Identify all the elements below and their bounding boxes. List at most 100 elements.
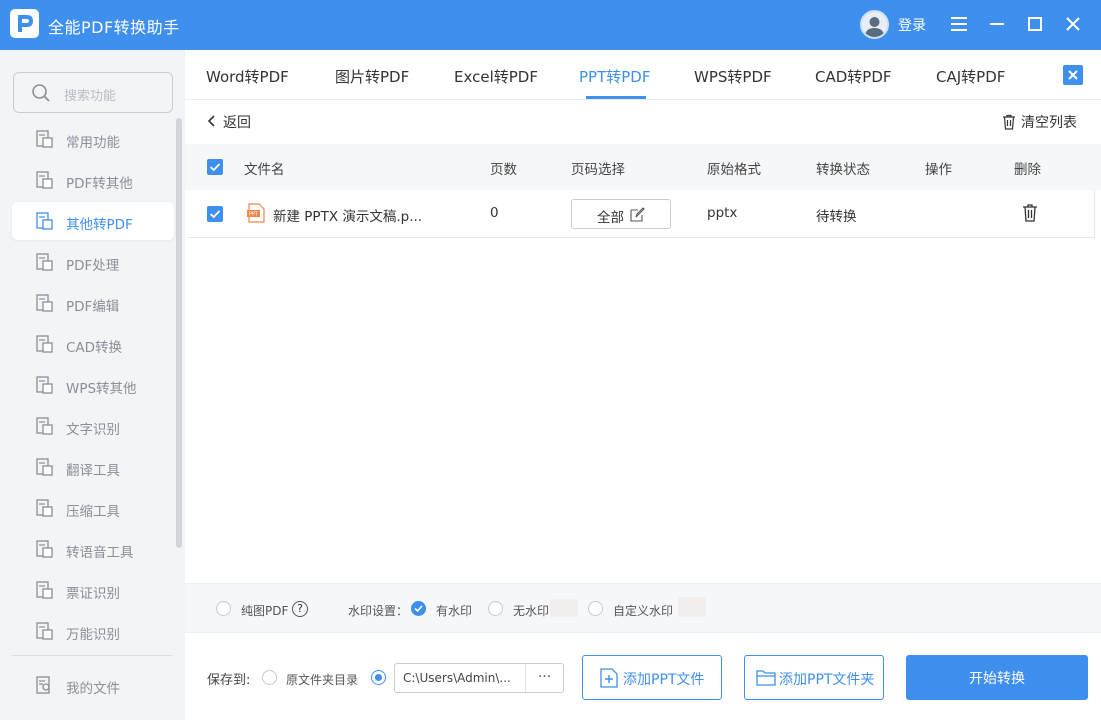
close-tab-icon[interactable] bbox=[1063, 65, 1083, 85]
pdf-process-icon bbox=[34, 252, 54, 272]
custom-watermark-label: 自定义水印 bbox=[613, 604, 674, 618]
row-checkbox[interactable] bbox=[207, 206, 223, 222]
no-watermark-radio[interactable] bbox=[488, 601, 503, 616]
page-select-button[interactable]: 全部 bbox=[571, 199, 671, 229]
my-files-icon bbox=[34, 675, 54, 695]
sidebar-item-label: PDF转其他 bbox=[66, 176, 133, 192]
tab-0[interactable]: Word转PDF bbox=[206, 66, 289, 87]
sidebar-item-label: 票证识别 bbox=[66, 586, 120, 602]
pure-image-pdf-label: 纯图PDF bbox=[241, 604, 289, 618]
with-watermark-label: 有水印 bbox=[436, 604, 473, 618]
sidebar-item-6[interactable]: WPS转其他 bbox=[12, 366, 174, 404]
start-convert-label: 开始转换 bbox=[969, 671, 1025, 687]
voice-icon bbox=[34, 539, 54, 559]
compress-icon bbox=[34, 498, 54, 518]
sidebar-item-label: 其他转PDF bbox=[66, 217, 133, 233]
tab-5[interactable]: CAD转PDF bbox=[815, 66, 892, 87]
sidebar-item-11[interactable]: 票证识别 bbox=[12, 571, 174, 609]
start-convert-button[interactable]: 开始转换 bbox=[906, 655, 1088, 700]
source-folder-label: 原文件夹目录 bbox=[286, 673, 359, 687]
save-to-label: 保存到: bbox=[207, 673, 251, 688]
login-link[interactable]: 登录 bbox=[898, 15, 926, 35]
sidebar-item-5[interactable]: CAD转换 bbox=[12, 325, 174, 363]
sidebar-item-label: 文字识别 bbox=[66, 422, 120, 438]
sidebar-item-4[interactable]: PDF编辑 bbox=[12, 284, 174, 322]
ticket-icon bbox=[34, 580, 54, 600]
back-label: 返回 bbox=[223, 115, 251, 131]
sidebar-item-0[interactable]: 常用功能 bbox=[12, 120, 174, 158]
output-path-field[interactable]: C:\Users\Admin\... ··· bbox=[394, 663, 564, 693]
edit-icon bbox=[630, 207, 645, 222]
custom-watermark-swatch bbox=[678, 597, 706, 617]
ocr-icon bbox=[34, 416, 54, 436]
maximize-icon[interactable] bbox=[1020, 9, 1050, 39]
column-header-page-select: 页码选择 bbox=[571, 162, 625, 178]
star-doc-icon bbox=[34, 129, 54, 149]
sidebar-item-9[interactable]: 压缩工具 bbox=[12, 489, 174, 527]
original-format: pptx bbox=[707, 205, 738, 221]
avatar[interactable] bbox=[860, 10, 889, 39]
custom-watermark-radio[interactable] bbox=[588, 601, 603, 616]
file-name: 新建 PPTX 演示文稿.p... bbox=[273, 209, 423, 225]
add-files-label: 添加PPT文件 bbox=[623, 672, 705, 688]
ppt-file-icon: PPT bbox=[246, 203, 266, 223]
sidebar-item-label: 万能识别 bbox=[66, 627, 120, 643]
sidebar-item-12[interactable]: 万能识别 bbox=[12, 612, 174, 650]
menu-icon[interactable] bbox=[944, 9, 974, 39]
translate-icon bbox=[34, 457, 54, 477]
minimize-icon[interactable] bbox=[982, 9, 1012, 39]
pdf-convert-icon bbox=[34, 170, 54, 190]
pure-image-pdf-radio[interactable] bbox=[216, 601, 231, 616]
tab-2[interactable]: Excel转PDF bbox=[454, 66, 538, 87]
sidebar-item-10[interactable]: 转语音工具 bbox=[12, 530, 174, 568]
table-header: 文件名 页数 页码选择 原始格式 转换状态 操作 删除 bbox=[185, 144, 1101, 190]
page-count: 0 bbox=[490, 205, 499, 221]
tab-6[interactable]: CAJ转PDF bbox=[936, 66, 1005, 87]
source-folder-radio[interactable] bbox=[262, 670, 277, 685]
with-watermark-radio[interactable] bbox=[411, 601, 426, 616]
sidebar-item-label: 常用功能 bbox=[66, 135, 120, 151]
column-header-delete: 删除 bbox=[1014, 162, 1041, 178]
svg-text:PPT: PPT bbox=[249, 212, 259, 218]
page-select-label: 全部 bbox=[597, 210, 624, 226]
output-path-value: C:\Users\Admin\... bbox=[403, 671, 511, 685]
sidebar-item-label: WPS转其他 bbox=[66, 381, 137, 397]
column-header-filename: 文件名 bbox=[244, 162, 285, 178]
delete-row-icon[interactable] bbox=[1022, 204, 1038, 222]
tab-1[interactable]: 图片转PDF bbox=[335, 66, 409, 87]
cad-icon bbox=[34, 334, 54, 354]
watermark-settings-label: 水印设置： bbox=[348, 604, 409, 618]
sidebar-item-label: CAD转换 bbox=[66, 340, 123, 356]
sidebar-item-label: 我的文件 bbox=[66, 681, 120, 697]
no-watermark-label: 无水印 bbox=[513, 604, 550, 618]
select-all-checkbox[interactable] bbox=[207, 159, 223, 175]
add-files-button[interactable]: 添加PPT文件 bbox=[582, 655, 722, 700]
pdf-edit-icon bbox=[34, 293, 54, 313]
sidebar: 搜索功能 常用功能 PDF转其他 其他转PDF PDF处理 PDF编辑 CAD转换 WPS转… bbox=[0, 50, 185, 720]
close-icon[interactable] bbox=[1058, 9, 1088, 39]
sidebar-item-label: 翻译工具 bbox=[66, 463, 120, 479]
trash-icon bbox=[1003, 114, 1015, 130]
add-folder-button[interactable]: 添加PPT文件夹 bbox=[744, 655, 884, 700]
sidebar-item-8[interactable]: 翻译工具 bbox=[12, 448, 174, 486]
custom-path-radio[interactable] bbox=[371, 670, 386, 685]
to-pdf-icon bbox=[34, 211, 54, 231]
sidebar-item-7[interactable]: 文字识别 bbox=[12, 407, 174, 445]
sidebar-item-label: PDF编辑 bbox=[66, 299, 120, 315]
help-icon[interactable]: ? bbox=[292, 601, 308, 617]
browse-button[interactable]: ··· bbox=[525, 664, 563, 692]
tab-3[interactable]: PPT转PDF bbox=[579, 66, 650, 87]
search-input[interactable]: 搜索功能 bbox=[13, 72, 173, 113]
table-row: PPT 新建 PPTX 演示文稿.p... 0 全部 pptx 待转换 bbox=[187, 190, 1095, 238]
wps-icon bbox=[34, 375, 54, 395]
sidebar-item-2[interactable]: 其他转PDF bbox=[12, 202, 174, 240]
sidebar-item-my-files[interactable]: 我的文件 bbox=[12, 666, 174, 704]
tab-4[interactable]: WPS转PDF bbox=[694, 66, 772, 87]
column-header-status: 转换状态 bbox=[816, 162, 870, 178]
sidebar-item-1[interactable]: PDF转其他 bbox=[12, 161, 174, 199]
column-header-format: 原始格式 bbox=[707, 162, 761, 178]
sidebar-scrollbar[interactable] bbox=[176, 118, 182, 548]
tab-bar: Word转PDF 图片转PDF Excel转PDF PPT转PDF WPS转PDF CAD… bbox=[185, 50, 1101, 100]
sidebar-item-3[interactable]: PDF处理 bbox=[12, 243, 174, 281]
options-bar: 纯图PDF ? 水印设置： 有水印 无水印 自定义水印 bbox=[185, 583, 1101, 633]
